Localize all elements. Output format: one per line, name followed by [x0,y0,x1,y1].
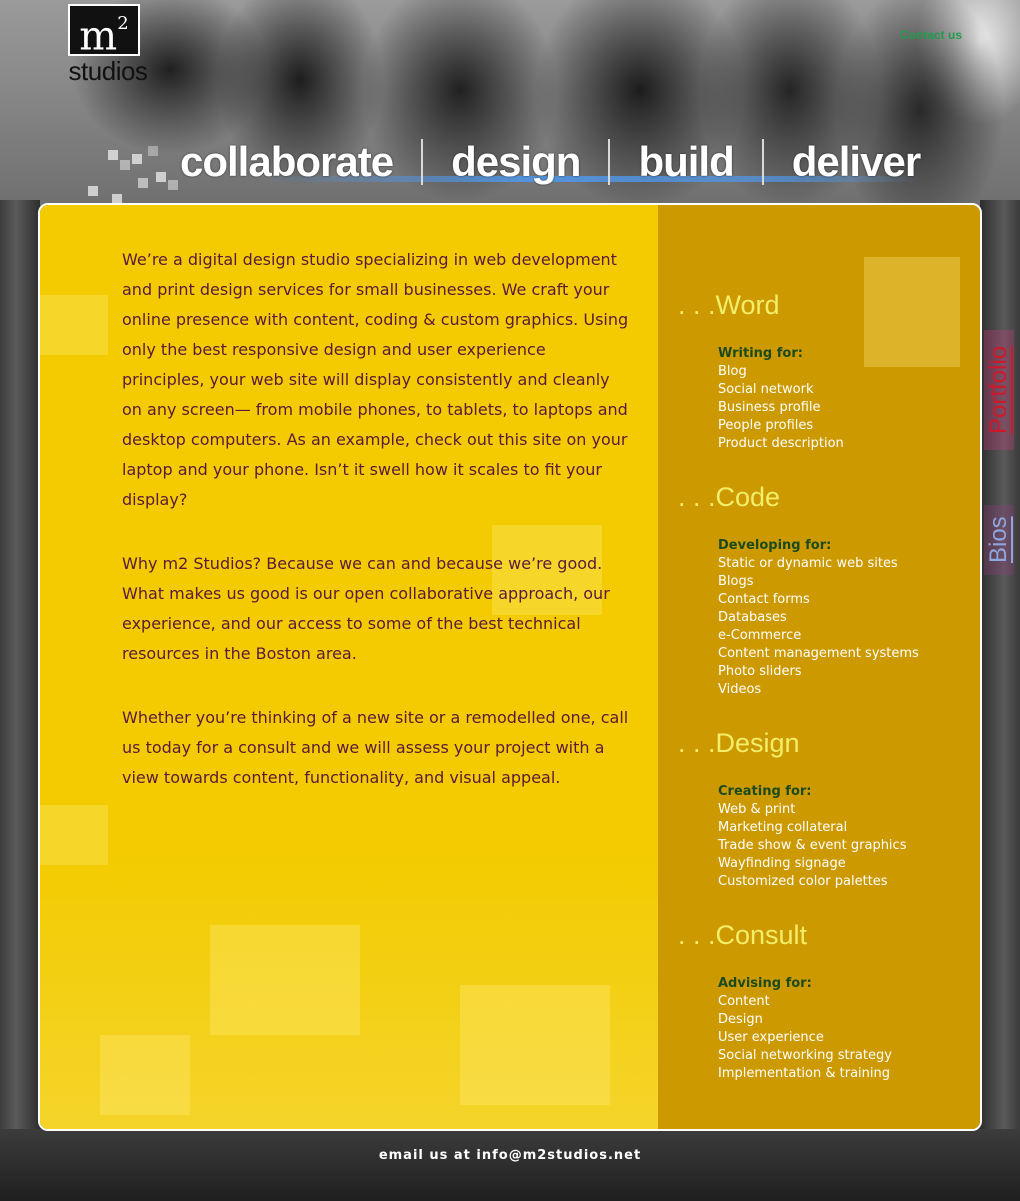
decor-square [210,925,360,1035]
contact-us-link[interactable]: Contact us [900,28,962,42]
service-title: . . .Consult [678,920,808,950]
logo[interactable]: m2 studios [56,4,160,88]
service-heading: Developing for: [718,538,832,553]
list-item: Videos [718,682,762,697]
service-heading: Writing for: [718,346,803,361]
list-item: Marketing collateral [718,820,848,835]
list-item: Customized color palettes [718,874,888,889]
list-item: Social network [718,382,814,397]
service-list: Creating for: Web & print Marketing coll… [718,783,906,891]
footer-email-link[interactable]: email us at info@m2studios.net [0,1148,1020,1163]
tagline-collaborate: collaborate [180,138,394,185]
tagline-design: design [451,138,581,185]
list-item: Social networking strategy [718,1048,892,1063]
list-item: Contact forms [718,592,810,607]
list-item: Blog [718,364,747,379]
services-column: . . .Word Writing for: Blog Social netwo… [658,205,980,1129]
service-word: . . .Word Writing for: Blog Social netwo… [678,289,844,453]
intro-paragraph: Why m2 Studios? Because we can and becau… [122,554,610,663]
list-item: e-Commerce [718,628,802,643]
intro-paragraph: We’re a digital design studio specializi… [122,250,629,509]
list-item: Wayfinding signage [718,856,846,871]
service-code: . . .Code Developing for: Static or dyna… [678,481,919,699]
list-item: Static or dynamic web sites [718,556,898,571]
service-title: . . .Word [678,290,780,320]
tagline-build: build [638,138,734,185]
intro-paragraph: Whether you’re thinking of a new site or… [122,708,629,787]
list-item: Design [718,1012,763,1027]
list-item: Trade show & event graphics [718,838,907,853]
service-list: Writing for: Blog Social network Busines… [718,345,844,453]
list-item: Implementation & training [718,1066,890,1081]
service-list: Advising for: Content Design User experi… [718,975,892,1083]
list-item: Photo sliders [718,664,802,679]
portfolio-tab[interactable]: Portfolio [984,330,1014,450]
list-item: Product description [718,436,844,451]
intro-text: We’re a digital design studio specializi… [122,245,632,827]
list-item: Business profile [718,400,821,415]
list-item: Content [718,994,770,1009]
background-bottom [0,1129,1020,1201]
intro-column: We’re a digital design studio specializi… [40,205,658,1129]
list-item: User experience [718,1030,824,1045]
logo-mark: m2 [68,4,140,59]
decor-square [40,805,108,865]
decor-square [100,1035,190,1115]
service-heading: Advising for: [718,976,812,991]
service-title: . . .Code [678,482,781,512]
service-heading: Creating for: [718,784,812,799]
tagline: collaborate design build deliver [180,134,948,190]
logo-wordmark: studios [68,56,148,86]
background-left-edge [0,200,40,1130]
list-item: People profiles [718,418,814,433]
decor-square [460,985,610,1105]
service-title: . . .Design [678,728,800,758]
list-item: Blogs [718,574,754,589]
service-design: . . .Design Creating for: Web & print Ma… [678,727,906,891]
tagline-deliver: deliver [791,138,921,185]
list-item: Web & print [718,802,796,817]
bios-tab[interactable]: Bios [984,505,1014,575]
decor-square [864,257,960,367]
list-item: Content management systems [718,646,919,661]
decor-square [40,295,108,355]
main-panel: We’re a digital design studio specializi… [38,203,982,1131]
list-item: Databases [718,610,787,625]
service-consult: . . .Consult Advising for: Content Desig… [678,919,892,1083]
service-list: Developing for: Static or dynamic web si… [718,537,919,699]
